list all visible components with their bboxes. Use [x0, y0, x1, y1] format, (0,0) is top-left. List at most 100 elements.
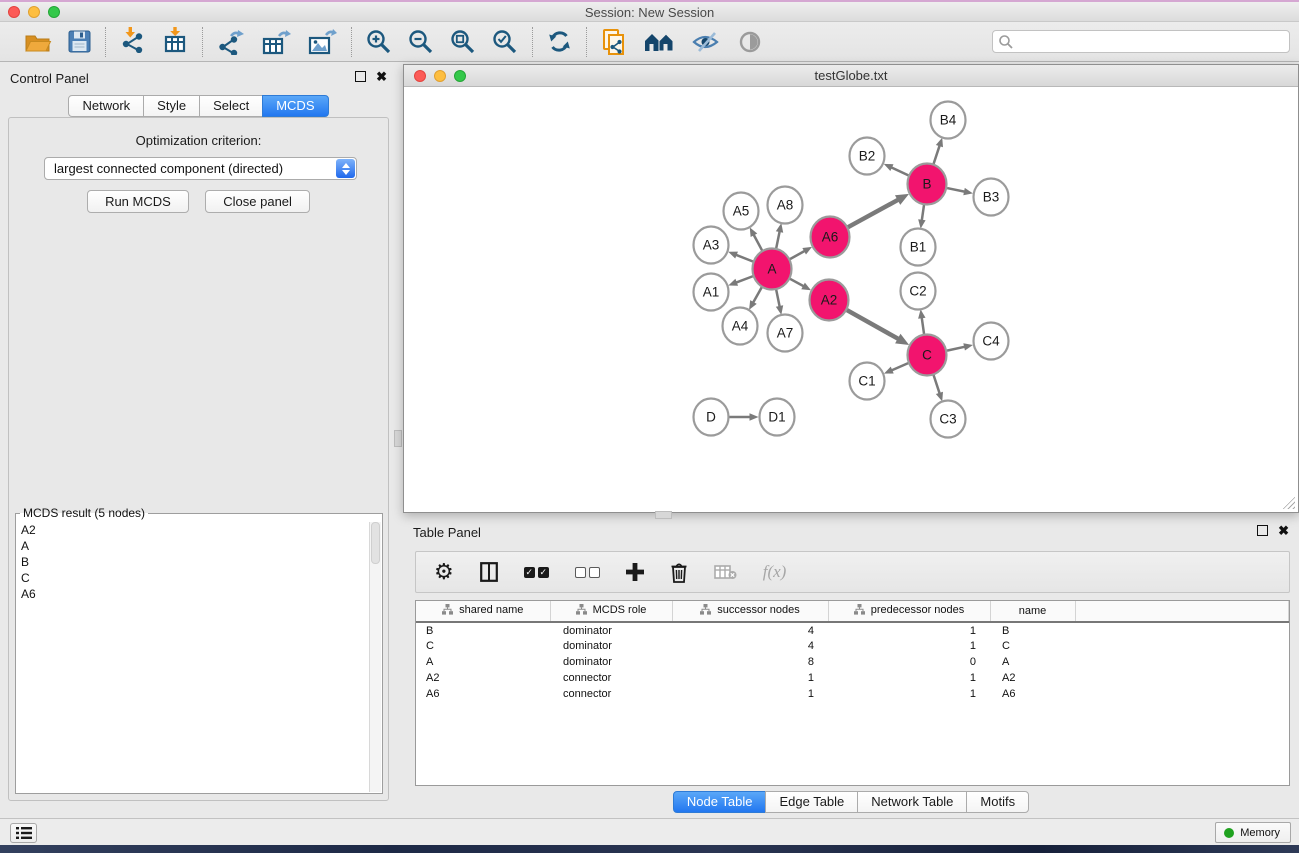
edge-B-B4[interactable]	[933, 145, 939, 164]
table-row[interactable]: A6connector11A6	[416, 686, 1289, 702]
table-settings-button[interactable]: ⚙	[432, 559, 456, 585]
close-panel-icon[interactable]: ✖	[376, 71, 387, 82]
float-table-panel-icon[interactable]	[1257, 525, 1268, 536]
search-input[interactable]	[1014, 33, 1289, 51]
node-C1[interactable]: C1	[850, 363, 885, 400]
tab-motifs[interactable]: Motifs	[966, 791, 1029, 813]
zoom-selected-button[interactable]	[490, 27, 520, 57]
node-C4[interactable]: C4	[974, 323, 1009, 360]
tab-mcds[interactable]: MCDS	[262, 95, 328, 117]
cell[interactable]: 0	[828, 654, 990, 670]
cell[interactable]: 1	[828, 670, 990, 686]
node-A5[interactable]: A5	[724, 193, 759, 230]
export-network-button[interactable]	[215, 27, 247, 57]
result-item[interactable]: A6	[17, 586, 369, 602]
edge-A-A1[interactable]	[736, 276, 753, 282]
export-table-button[interactable]	[259, 27, 293, 57]
edge-C-C2[interactable]	[922, 317, 924, 334]
column-header-name[interactable]: name	[990, 601, 1075, 622]
node-B2[interactable]: B2	[850, 138, 885, 175]
node-B1[interactable]: B1	[901, 229, 936, 266]
tab-network-table[interactable]: Network Table	[857, 791, 967, 813]
edge-A-A4[interactable]	[753, 287, 762, 303]
cell[interactable]: 1	[672, 686, 828, 702]
node-A6[interactable]: A6	[811, 217, 850, 258]
network-canvas[interactable]: B4B2BB3A5A8A6A3B1AA1C2A2A4A7C4CC1C3DD1	[405, 87, 1297, 511]
node-B[interactable]: B	[908, 164, 947, 205]
edge-C-C1[interactable]	[891, 363, 908, 370]
import-network-button[interactable]	[118, 25, 148, 58]
delete-table-button[interactable]	[712, 562, 739, 582]
cell[interactable]: 8	[672, 654, 828, 670]
zoom-fit-button[interactable]	[448, 27, 478, 57]
table-row[interactable]: Bdominator41B	[416, 622, 1289, 638]
hide-selected-button[interactable]	[689, 29, 723, 55]
edge-A-A8[interactable]	[776, 231, 780, 249]
export-image-button[interactable]	[305, 27, 339, 57]
node-D1[interactable]: D1	[760, 399, 795, 436]
node-C[interactable]: C	[908, 335, 947, 376]
node-B4[interactable]: B4	[931, 102, 966, 139]
optimization-criterion-select[interactable]: largest connected component (directed)	[44, 157, 357, 180]
add-column-button[interactable]	[624, 561, 646, 583]
cell[interactable]: 1	[828, 622, 990, 638]
cell[interactable]: 1	[828, 638, 990, 654]
select-all-button[interactable]: ✓✓	[522, 565, 551, 580]
show-panels-button[interactable]	[10, 823, 37, 843]
edge-B-B2[interactable]	[891, 167, 908, 175]
new-network-from-selection-button[interactable]	[599, 26, 629, 58]
edge-B-B1[interactable]	[922, 204, 924, 220]
cell[interactable]: B	[416, 622, 550, 638]
node-D[interactable]: D	[694, 399, 729, 436]
close-panel-button[interactable]: Close panel	[205, 190, 310, 213]
result-item[interactable]: B	[17, 554, 369, 570]
zoom-out-button[interactable]	[406, 27, 436, 57]
node-A3[interactable]: A3	[694, 227, 729, 264]
result-item[interactable]: A2	[17, 522, 369, 538]
edge-A-A5[interactable]	[753, 234, 762, 251]
node-C3[interactable]: C3	[931, 401, 966, 438]
vertical-split-grip[interactable]	[394, 430, 402, 447]
edge-A-A7[interactable]	[776, 289, 780, 307]
node-C2[interactable]: C2	[901, 273, 936, 310]
result-item[interactable]: A	[17, 538, 369, 554]
edge-A-A6[interactable]	[790, 251, 805, 259]
cell[interactable]: 4	[672, 622, 828, 638]
cell[interactable]: A2	[990, 670, 1075, 686]
cell[interactable]: B	[990, 622, 1075, 638]
column-header-successor-nodes[interactable]: successor nodes	[672, 601, 828, 622]
first-neighbors-button[interactable]	[641, 29, 677, 55]
edge-C-C4[interactable]	[947, 347, 965, 351]
import-table-button[interactable]	[160, 25, 190, 58]
cell[interactable]: connector	[550, 686, 672, 702]
node-A2[interactable]: A2	[810, 280, 849, 321]
cell[interactable]: A2	[416, 670, 550, 686]
cell[interactable]: 1	[672, 670, 828, 686]
cell[interactable]: A	[416, 654, 550, 670]
node-A8[interactable]: A8	[768, 187, 803, 224]
edge-B-B3[interactable]	[947, 188, 965, 192]
cell[interactable]: dominator	[550, 654, 672, 670]
cell[interactable]: connector	[550, 670, 672, 686]
resize-grip[interactable]	[1283, 497, 1295, 509]
result-scrollbar[interactable]	[369, 522, 381, 792]
zoom-in-button[interactable]	[364, 27, 394, 57]
column-header-shared-name[interactable]: shared name	[416, 601, 550, 622]
edge-C-C3[interactable]	[933, 374, 939, 393]
node-A1[interactable]: A1	[694, 274, 729, 311]
table-row[interactable]: Adominator80A	[416, 654, 1289, 670]
node-B3[interactable]: B3	[974, 179, 1009, 216]
memory-button[interactable]: Memory	[1215, 822, 1291, 843]
network-graph[interactable]: B4B2BB3A5A8A6A3B1AA1C2A2A4A7C4CC1C3DD1	[405, 87, 1299, 513]
cell[interactable]: dominator	[550, 622, 672, 638]
refresh-button[interactable]	[545, 27, 574, 56]
delete-column-button[interactable]	[668, 560, 690, 585]
edge-A-A3[interactable]	[736, 255, 753, 262]
cell[interactable]: A	[990, 654, 1075, 670]
cell[interactable]: dominator	[550, 638, 672, 654]
show-all-button[interactable]	[735, 29, 765, 55]
function-builder-button[interactable]: f(x)	[761, 560, 789, 584]
unselect-all-button[interactable]	[573, 565, 602, 580]
edge-A-A2[interactable]	[790, 279, 804, 287]
edge-A2-C[interactable]	[847, 310, 899, 339]
